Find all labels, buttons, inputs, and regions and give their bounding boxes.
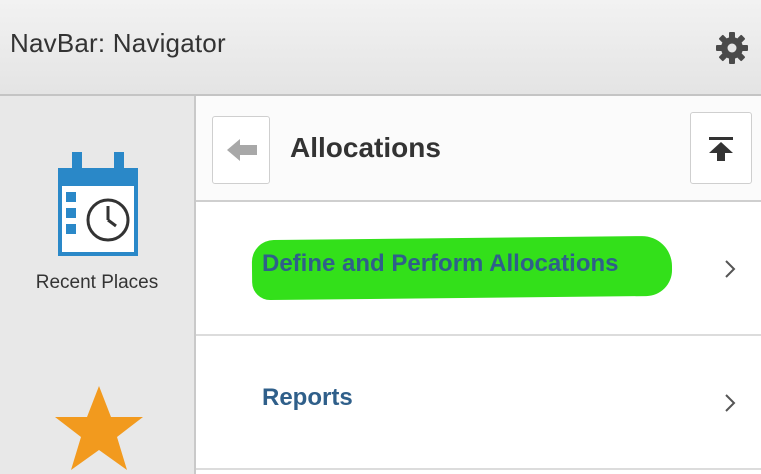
calendar-clock-icon [58, 152, 138, 256]
panel-topbar: Allocations [196, 96, 761, 202]
star-icon[interactable] [54, 384, 144, 474]
arrow-left-icon [227, 139, 257, 161]
scroll-to-top-button[interactable] [690, 112, 752, 184]
header-title: NavBar: Navigator [10, 28, 226, 58]
list-item-label: Define and Perform Allocations [262, 250, 619, 277]
list-item-reports[interactable]: Reports [196, 336, 761, 470]
page-title: Allocations [290, 132, 441, 163]
navigator-sidebar: Recent Places [0, 96, 196, 474]
sidebar-item-label: Recent Places [35, 272, 159, 293]
list-item-define-and-perform-allocations[interactable]: Define and Perform Allocations [196, 202, 761, 336]
navbar-header: NavBar: Navigator [0, 0, 761, 96]
arrow-up-to-top-icon [709, 137, 733, 161]
navigator-main-panel: Allocations Define and Perform Allocatio… [196, 96, 761, 474]
back-button[interactable] [212, 116, 270, 184]
list-item-label: Reports [262, 384, 353, 411]
gear-icon[interactable] [714, 30, 750, 66]
chevron-right-icon [725, 260, 736, 278]
chevron-right-icon [725, 394, 736, 412]
sidebar-item-recent-places[interactable]: Recent Places [0, 148, 194, 308]
